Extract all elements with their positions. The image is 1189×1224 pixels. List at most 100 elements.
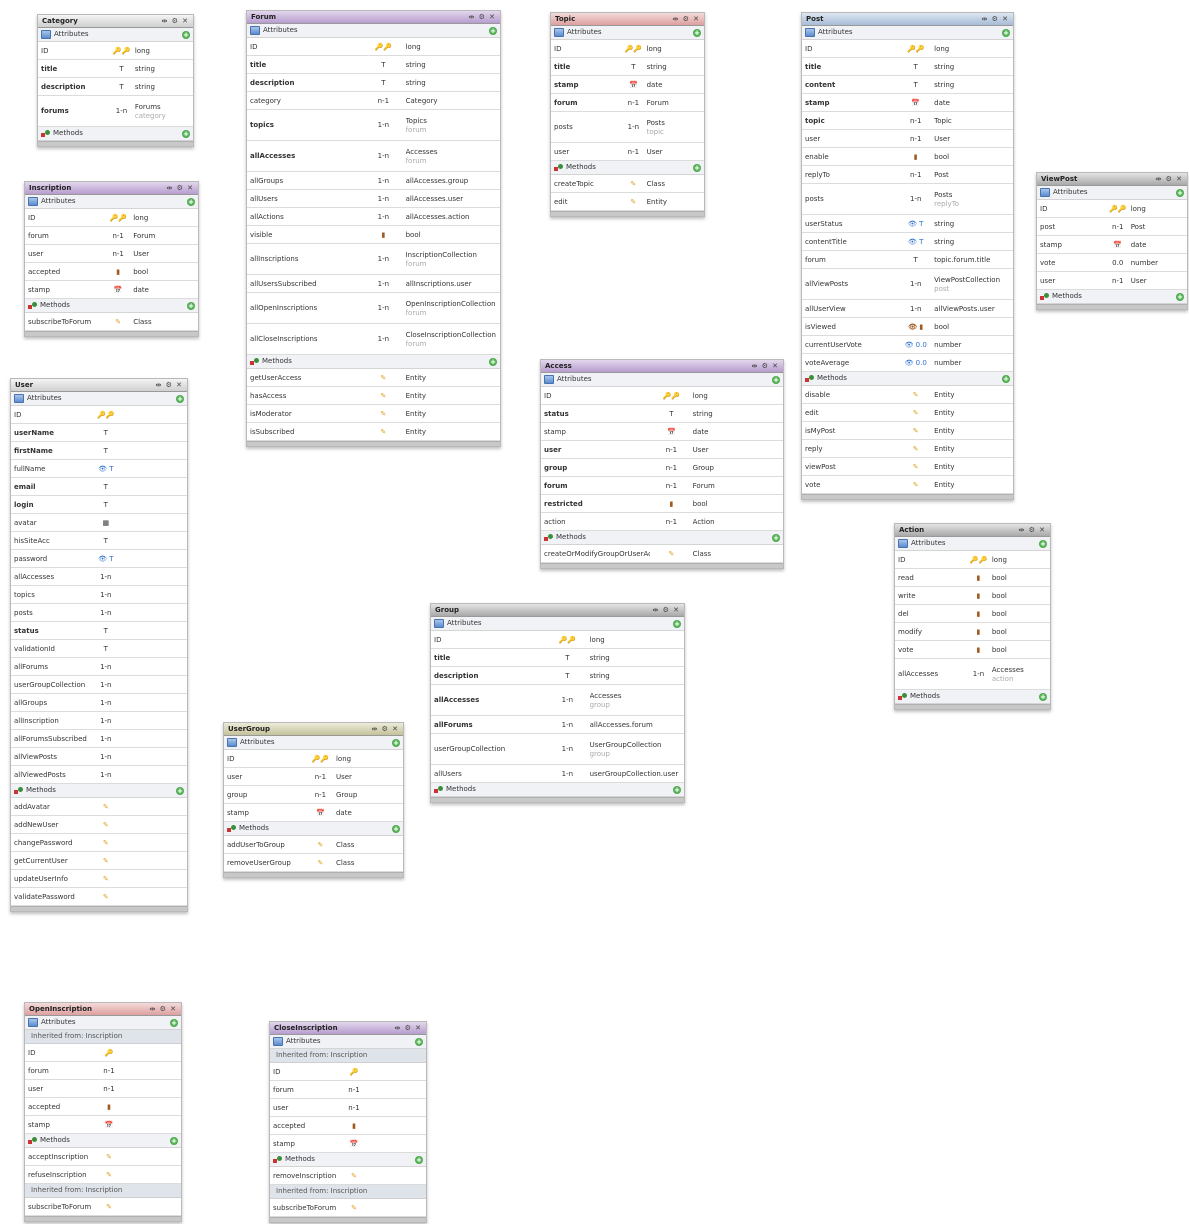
attribute-row[interactable]: ID 🔑🔑 long — [551, 40, 704, 58]
attribute-row[interactable]: user n-1 User — [802, 130, 1013, 148]
methods-header[interactable]: Methods + — [224, 822, 403, 836]
attribute-row[interactable]: description Tstring — [247, 74, 500, 92]
attribute-row[interactable]: forum n-1 Forum — [25, 227, 198, 245]
add-method-icon[interactable]: + — [772, 533, 780, 542]
methods-header[interactable]: Methods + — [247, 355, 500, 369]
method-row[interactable]: disable ✎ Entity — [802, 386, 1013, 404]
attributes-header[interactable]: Attributes + — [247, 24, 500, 38]
methods-header[interactable]: Methods + — [895, 690, 1050, 704]
method-row[interactable]: acceptInscription ✎ — [25, 1148, 181, 1166]
attributes-header[interactable]: Attributes + — [551, 26, 704, 40]
attributes-header[interactable]: Attributes + — [25, 195, 198, 209]
attribute-row[interactable]: post n-1 Post — [1037, 218, 1187, 236]
methods-header[interactable]: Methods + — [270, 1153, 426, 1167]
attribute-row[interactable]: allUserView 1-n allViewPosts.user — [802, 300, 1013, 318]
attribute-row[interactable]: user n-1 User — [541, 441, 783, 459]
attributes-header[interactable]: Attributes + — [270, 1035, 426, 1049]
attribute-row[interactable]: ID 🔑🔑 long — [1037, 200, 1187, 218]
method-row[interactable]: getUserAccess ✎ Entity — [247, 369, 500, 387]
attribute-row[interactable]: user n-1 User — [25, 245, 198, 263]
attribute-row[interactable]: allUsers 1-n userGroupCollection.user — [431, 765, 684, 783]
attribute-row[interactable]: forum Ttopic.forum.title — [802, 251, 1013, 269]
methods-header[interactable]: Methods + — [11, 784, 187, 798]
add-method-icon[interactable]: + — [1176, 292, 1184, 301]
attribute-row[interactable]: vote ▮ bool — [895, 641, 1050, 659]
entity-user[interactable]: User ⇹ ⚙ ✕ Attributes + ID 🔑🔑 userName TfirstNa… — [10, 378, 188, 912]
method-row[interactable]: hasAccess ✎ Entity — [247, 387, 500, 405]
add-method-icon[interactable]: + — [176, 786, 184, 795]
entity-titlebar[interactable]: Post ⇹ ⚙ ✕ — [802, 13, 1013, 26]
entity-usergroup[interactable]: UserGroup ⇹ ⚙ ✕ Attributes + ID 🔑🔑 long user n-1… — [223, 722, 404, 878]
entity-topic[interactable]: Topic ⇹ ⚙ ✕ Attributes + ID 🔑🔑 long title Tstrin… — [550, 12, 705, 217]
add-attribute-icon[interactable]: + — [176, 394, 184, 403]
add-attribute-icon[interactable]: + — [392, 738, 400, 747]
add-attribute-icon[interactable]: + — [187, 197, 195, 206]
attribute-row[interactable]: allUsersSubscribed 1-n allInscriptions.use… — [247, 275, 500, 293]
attribute-row[interactable]: title Tstring — [247, 56, 500, 74]
method-row[interactable]: getCurrentUser ✎ — [11, 852, 187, 870]
add-attribute-icon[interactable]: + — [1176, 188, 1184, 197]
attribute-row[interactable]: stamp 📅 — [25, 1116, 181, 1134]
attribute-row[interactable]: avatar ▦ — [11, 514, 187, 532]
method-row[interactable]: addAvatar ✎ — [11, 798, 187, 816]
add-method-icon[interactable]: + — [415, 1155, 423, 1164]
attribute-row[interactable]: category n-1 Category — [247, 92, 500, 110]
attribute-row[interactable]: userGroupCollection 1-n UserGroupCollectio… — [431, 734, 684, 765]
method-row[interactable]: refuseInscription ✎ — [25, 1166, 181, 1184]
attribute-row[interactable]: description Tstring — [431, 667, 684, 685]
entity-forum[interactable]: Forum ⇹ ⚙ ✕ Attributes + ID 🔑🔑 long title Tstrin… — [246, 10, 501, 447]
attribute-row[interactable]: user n-1 User — [551, 143, 704, 161]
attribute-row[interactable]: firstName T — [11, 442, 187, 460]
attribute-row[interactable]: fullName 👁 T — [11, 460, 187, 478]
methods-header[interactable]: Methods + — [1037, 290, 1187, 304]
entity-titlebar[interactable]: Access ⇹ ⚙ ✕ — [541, 360, 783, 373]
attributes-header[interactable]: Attributes + — [38, 28, 193, 42]
attribute-row[interactable]: voteAverage 👁 0.0 number — [802, 354, 1013, 372]
attribute-row[interactable]: allActions 1-n allAccesses.action — [247, 208, 500, 226]
method-row[interactable]: removeUserGroup ✎ Class — [224, 854, 403, 872]
method-row[interactable]: isMyPost ✎ Entity — [802, 422, 1013, 440]
attributes-header[interactable]: Attributes + — [1037, 186, 1187, 200]
method-row[interactable]: createOrModifyGroupOrUserAccess ✎ Class — [541, 545, 783, 563]
entity-action[interactable]: Action ⇹ ⚙ ✕ Attributes + ID 🔑🔑 long read ▮ bool w… — [894, 523, 1051, 710]
attribute-row[interactable]: stamp 📅 date — [541, 423, 783, 441]
window-controls[interactable]: ⇹ ⚙ ✕ — [752, 360, 779, 372]
attribute-row[interactable]: group n-1 Group — [224, 786, 403, 804]
methods-header[interactable]: Methods + — [25, 1134, 181, 1148]
attribute-row[interactable]: vote 0.0 number — [1037, 254, 1187, 272]
attribute-row[interactable]: topics 1-n Topics forum — [247, 110, 500, 141]
attribute-row[interactable]: allForumsSubscribed 1-n — [11, 730, 187, 748]
method-row[interactable]: updateUserInfo ✎ — [11, 870, 187, 888]
methods-header[interactable]: Methods + — [551, 161, 704, 175]
entity-titlebar[interactable]: ViewPost ⇹ ⚙ ✕ — [1037, 173, 1187, 186]
entity-group[interactable]: Group ⇹ ⚙ ✕ Attributes + ID 🔑🔑 long title Tstrin… — [430, 603, 685, 803]
attribute-row[interactable]: user n-1 User — [1037, 272, 1187, 290]
attribute-row[interactable]: group n-1 Group — [541, 459, 783, 477]
attribute-row[interactable]: stamp 📅 date — [551, 76, 704, 94]
attribute-row[interactable]: stamp 📅 — [270, 1135, 426, 1153]
method-row[interactable]: subscribeToForum ✎ — [270, 1199, 426, 1217]
entity-titlebar[interactable]: Category ⇹ ⚙ ✕ — [38, 15, 193, 28]
attributes-header[interactable]: Attributes + — [431, 617, 684, 631]
attribute-row[interactable]: user n-1 User — [224, 768, 403, 786]
entity-titlebar[interactable]: CloseInscription ⇹ ⚙ ✕ — [270, 1022, 426, 1035]
add-attribute-icon[interactable]: + — [1002, 28, 1010, 37]
attribute-row[interactable]: posts 1-n — [11, 604, 187, 622]
attribute-row[interactable]: allForums 1-n — [11, 658, 187, 676]
attribute-row[interactable]: del ▮ bool — [895, 605, 1050, 623]
attribute-row[interactable]: write ▮ bool — [895, 587, 1050, 605]
attribute-row[interactable]: topic n-1 Topic — [802, 112, 1013, 130]
attribute-row[interactable]: user n-1 — [25, 1080, 181, 1098]
methods-header[interactable]: Methods + — [38, 127, 193, 141]
window-controls[interactable]: ⇹ ⚙ ✕ — [372, 723, 399, 735]
attribute-row[interactable]: forum n-1 — [270, 1081, 426, 1099]
attribute-row[interactable]: forum n-1 Forum — [541, 477, 783, 495]
attribute-row[interactable]: userGroupCollection 1-n — [11, 676, 187, 694]
attribute-row[interactable]: login T — [11, 496, 187, 514]
attribute-row[interactable]: description Tstring — [38, 78, 193, 96]
attribute-row[interactable]: status T — [11, 622, 187, 640]
method-row[interactable]: validatePassword ✎ — [11, 888, 187, 906]
method-row[interactable]: vote ✎ Entity — [802, 476, 1013, 494]
attribute-row[interactable]: ID 🔑🔑 long — [224, 750, 403, 768]
attribute-row[interactable]: allOpenInscriptions 1-n OpenInscriptionCol… — [247, 293, 500, 324]
